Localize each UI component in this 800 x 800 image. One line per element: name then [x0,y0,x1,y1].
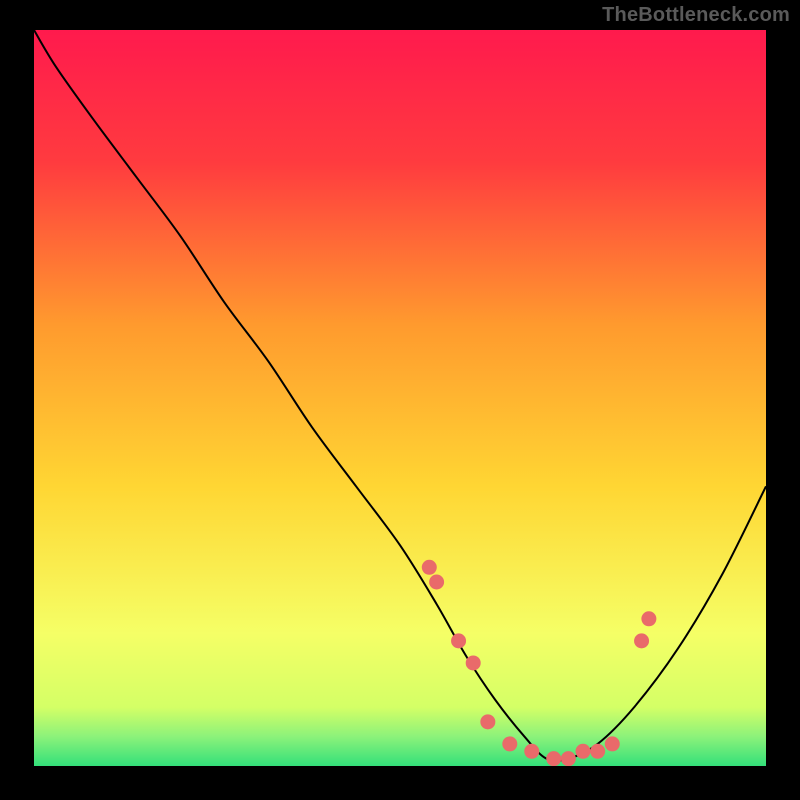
highlight-point [422,560,437,575]
highlight-point [605,736,620,751]
highlight-point [641,611,656,626]
highlight-point [502,736,517,751]
highlight-point [451,633,466,648]
highlight-point [524,744,539,759]
highlight-point [576,744,591,759]
watermark-text: TheBottleneck.com [602,4,790,27]
highlight-point [480,714,495,729]
chart-svg [34,30,766,766]
highlight-point [546,751,561,766]
plot-area [34,30,766,766]
highlight-point [634,633,649,648]
highlight-point [561,751,576,766]
highlight-point [466,655,481,670]
highlight-point [429,575,444,590]
gradient-background [34,30,766,766]
highlight-point [590,744,605,759]
chart-container: TheBottleneck.com [0,0,800,800]
